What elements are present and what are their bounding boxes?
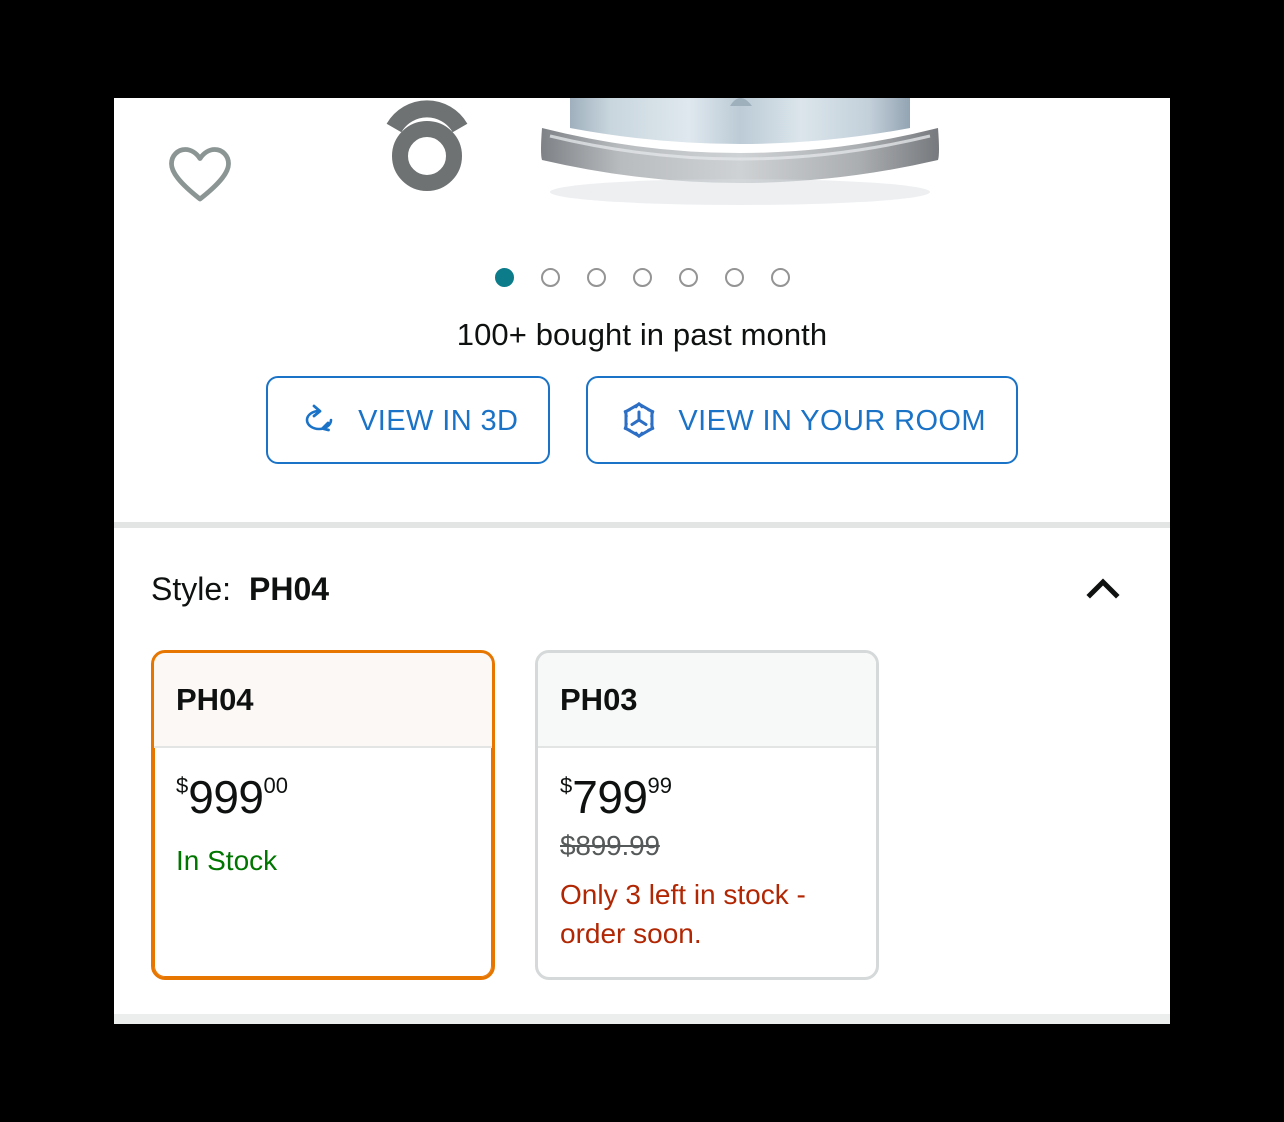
style-option-ph03[interactable]: PH03 $79999 $899.99 Only 3 left in stock… <box>535 650 879 980</box>
style-option-ph04-body: $99900 In Stock <box>154 748 492 977</box>
product-page-viewport: 100+ bought in past month VIEW IN 3D VIE… <box>114 98 1170 1022</box>
style-options-row: PH04 $99900 In Stock PH03 $79999 $899.99… <box>114 612 1170 980</box>
style-option-ph03-title: PH03 <box>560 681 638 717</box>
view-in-your-room-button[interactable]: VIEW IN YOUR ROOM <box>586 376 1018 464</box>
heart-icon[interactable] <box>167 145 233 205</box>
carousel-dot-3[interactable] <box>586 268 606 287</box>
view-buttons-row: VIEW IN 3D VIEW IN YOUR ROOM <box>114 376 1170 464</box>
chevron-up-icon[interactable] <box>1080 566 1126 612</box>
style-label: Style: <box>151 570 232 607</box>
style-header: Style: PH04 <box>114 528 1170 612</box>
view-in-3d-button[interactable]: VIEW IN 3D <box>266 376 551 464</box>
price-whole: 999 <box>188 771 264 823</box>
carousel-dot-4[interactable] <box>632 268 652 287</box>
social-proof-text: 100+ bought in past month <box>456 317 828 352</box>
view-in-3d-label: VIEW IN 3D <box>358 404 519 437</box>
view-in-your-room-label: VIEW IN YOUR ROOM <box>678 404 986 437</box>
image-carousel-dots[interactable] <box>114 268 1170 287</box>
carousel-dot-5[interactable] <box>678 268 698 287</box>
carousel-dot-6[interactable] <box>724 268 744 287</box>
carousel-dot-2[interactable] <box>540 268 560 287</box>
product-image[interactable] <box>530 98 950 218</box>
rotate-3d-icon <box>298 399 340 441</box>
page-bottom-bar <box>114 1014 1170 1024</box>
style-selected-value: PH04 <box>249 570 330 607</box>
style-option-ph04[interactable]: PH04 $99900 In Stock <box>151 650 495 980</box>
image-gallery: 100+ bought in past month VIEW IN 3D VIE… <box>114 98 1170 522</box>
style-option-ph03-availability: Only 3 left in stock - order soon. <box>560 879 806 949</box>
style-option-ph03-price: $79999 <box>560 774 672 820</box>
price-fraction: 99 <box>647 773 672 798</box>
ar-cube-icon <box>618 399 660 441</box>
price-currency-symbol: $ <box>176 773 189 798</box>
style-option-ph03-header: PH03 <box>538 653 876 748</box>
style-option-ph04-header: PH04 <box>154 653 492 748</box>
price-currency-symbol: $ <box>560 773 573 798</box>
price-whole: 799 <box>572 771 648 823</box>
style-option-ph04-availability: In Stock <box>176 845 278 876</box>
style-option-ph03-list-price: $899.99 <box>560 830 660 861</box>
style-header-left: Style: PH04 <box>151 571 329 608</box>
style-option-ph04-title: PH04 <box>176 681 254 717</box>
style-option-ph04-price: $99900 <box>176 774 288 820</box>
carousel-dot-1[interactable] <box>494 268 514 287</box>
carousel-dot-7[interactable] <box>770 268 790 287</box>
style-option-ph03-body: $79999 $899.99 Only 3 left in stock - or… <box>538 748 876 977</box>
price-fraction: 00 <box>263 773 288 798</box>
style-selector-section: Style: PH04 PH04 $99900 In Stock PH03 $7… <box>114 528 1170 980</box>
360-view-icon[interactable] <box>372 98 482 196</box>
